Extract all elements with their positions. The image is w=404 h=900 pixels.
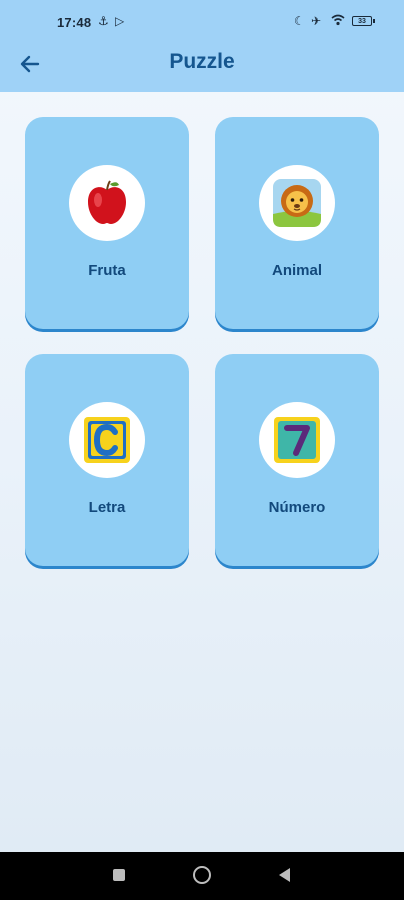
moon-icon: ☾ [294,14,305,28]
category-card-animal[interactable]: Animal [215,117,379,329]
icon-circle [259,402,335,478]
recent-apps-icon[interactable] [113,869,125,881]
category-label: Letra [88,499,126,516]
category-label: Fruta [88,262,126,279]
letter-c-block-icon [84,417,130,463]
battery-icon: 33 [352,16,375,26]
category-label: Animal [271,262,322,279]
status-time: 17:48 [57,15,92,30]
anchor-icon: ⚓ [98,14,109,28]
category-label: Número [268,499,326,516]
wifi-icon [331,14,345,29]
page-title: Puzzle [169,50,235,73]
app-bar: Puzzle [0,42,404,92]
status-bar: 17:48 ⚓ ▷ ☾ ✈ 33 [0,0,404,42]
icon-circle [259,165,335,241]
category-card-fruta[interactable]: Fruta [25,117,189,329]
category-card-letra[interactable]: Letra [25,354,189,566]
lion-icon [273,179,321,227]
home-icon[interactable] [193,866,211,884]
icon-circle [69,165,145,241]
apple-icon [88,180,126,224]
category-card-numero[interactable]: Número [215,354,379,566]
play-icon: ▷ [115,14,125,28]
icon-circle [69,402,145,478]
number-7-block-icon [274,417,320,463]
back-icon[interactable] [279,868,290,882]
airplane-icon: ✈ [311,14,322,28]
